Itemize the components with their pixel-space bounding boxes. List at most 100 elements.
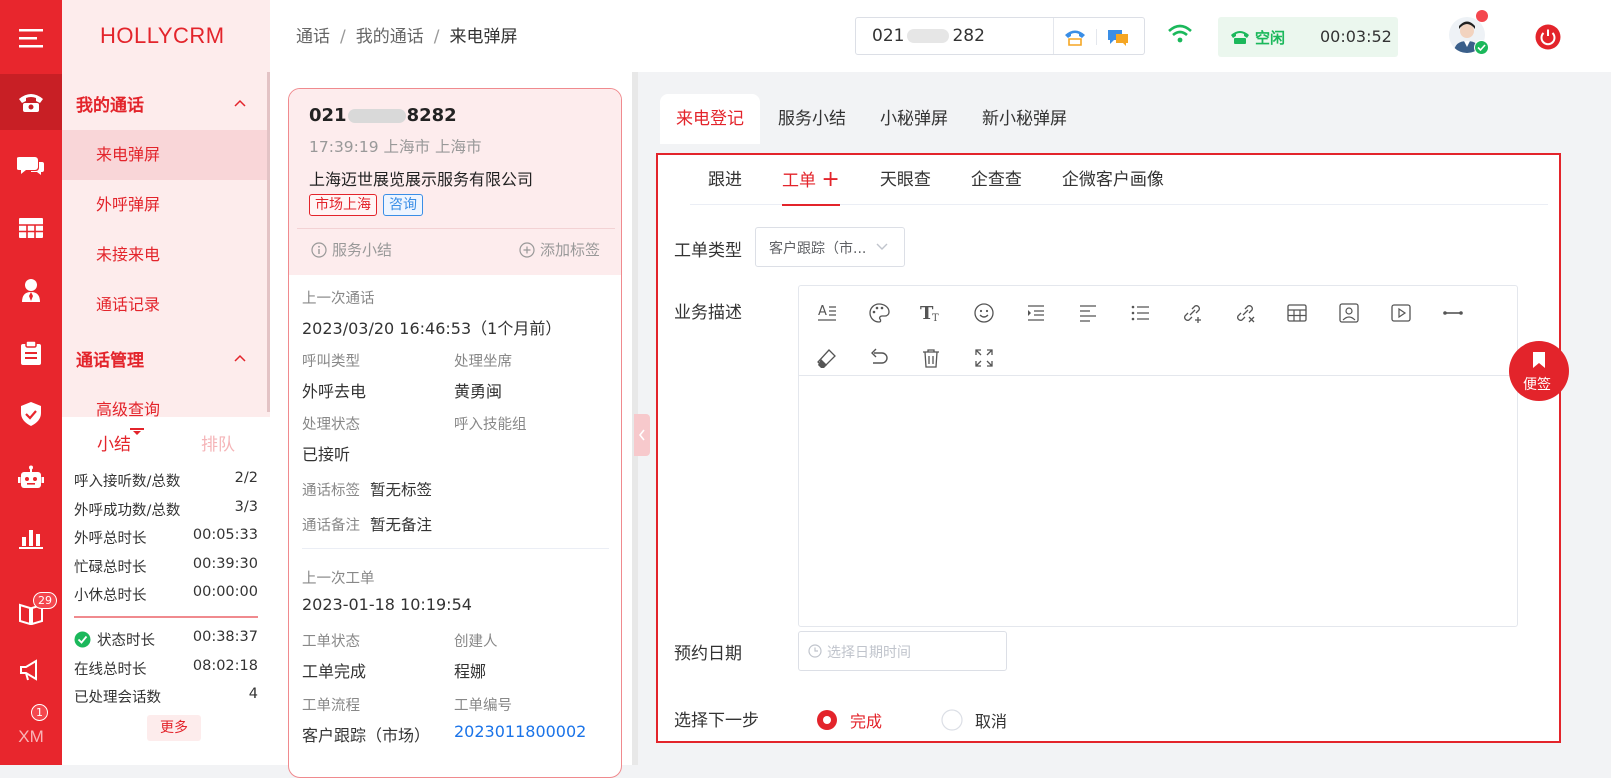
stat-label: 在线总时长 [74,662,147,678]
stat-value: 00:39:30 [192,556,258,572]
breadcrumb-current: 来电弹屏 [449,27,518,47]
grid-icon[interactable] [0,200,62,256]
text-format-icon[interactable]: TT [916,298,946,328]
ticket-status-label: 工单状态 [302,634,360,650]
top-bar: 通话 / 我的通话 / 来电弹屏 021 282 空闲 00:03:52 [270,0,1611,72]
link-icon[interactable] [1177,298,1207,328]
stat-label: 外呼成功数/总数 [74,503,181,519]
rich-text-editor[interactable]: A TT [798,285,1518,627]
radio-cancel[interactable]: 取消 [941,708,1007,732]
chat-icon[interactable] [0,138,62,194]
breadcrumb-item[interactable]: 我的通话 [356,27,424,47]
emoji-icon[interactable] [969,298,999,328]
editor-content[interactable] [799,376,1517,626]
caller-number: 021 8282 [309,105,457,126]
breadcrumb: 通话 / 我的通话 / 来电弹屏 [296,22,517,47]
horizontal-rule-icon[interactable] [1438,298,1468,328]
menu-icon[interactable] [0,10,62,66]
unlink-icon[interactable] [1230,298,1260,328]
menu-item-call-records[interactable]: 通话记录 [62,280,270,330]
add-tag-button[interactable]: 添加标签 [519,239,600,260]
indent-icon[interactable] [1021,298,1051,328]
tab-assistant-popup[interactable]: 小秘弹屏 [864,94,964,144]
last-ticket-label: 上一次工单 [302,571,375,587]
tab-wecom-customer-profile[interactable]: 企微客户画像 [1062,155,1164,205]
agent-label: 处理坐席 [454,354,512,370]
tab-summary[interactable]: 小结 [62,427,166,455]
svg-text:T: T [932,313,939,324]
ticket-number-link[interactable]: 2023011800002 [454,722,586,741]
collapse-handle[interactable] [634,414,650,456]
call-time-location: 17:39:19 上海市 上海市 [309,138,482,156]
radio-checked-icon [817,710,837,730]
menu-item-outgoing-popup[interactable]: 外呼弹屏 [62,180,270,230]
menu-item-incoming-popup[interactable]: 来电弹屏 [62,130,270,180]
trash-icon[interactable] [916,343,946,373]
menu-group-call-management[interactable]: 通话管理 [62,332,270,384]
dial-number: 021 282 [872,26,985,46]
shield-icon[interactable] [0,386,62,442]
list-icon[interactable] [1125,298,1155,328]
ticket-type-select[interactable]: 客户跟踪（市... [755,227,905,267]
chart-icon[interactable] [0,510,62,566]
radio-unchecked-icon [941,709,963,731]
menu-group-my-calls[interactable]: 我的通话 [62,77,270,129]
megaphone-icon[interactable] [0,642,62,698]
tab-tianyancha[interactable]: 天眼查 [880,155,931,205]
power-icon[interactable] [1535,24,1561,50]
align-left-icon[interactable] [1073,298,1103,328]
font-size-icon[interactable]: A [812,298,842,328]
undo-icon[interactable] [864,343,894,373]
stat-label: 外呼总时长 [74,531,147,547]
appointment-date-input[interactable]: 选择日期时间 [798,631,1007,671]
clipboard-icon[interactable] [0,325,62,381]
user-icon[interactable] [0,262,62,318]
status-text: 空闲 [1255,29,1286,47]
stat-row: 外呼成功数/总数 3/3 [74,499,258,520]
tab-ticket[interactable]: 工单 + [782,155,840,206]
sticky-note-button[interactable]: 便签 [1509,341,1569,401]
message-icon[interactable] [1106,28,1130,48]
breadcrumb-item[interactable]: 通话 [296,27,330,47]
tab-queue[interactable]: 排队 [166,430,270,455]
palette-icon[interactable] [864,298,894,328]
dial-input[interactable]: 021 282 [855,17,1145,55]
tab-qichacha[interactable]: 企查查 [971,155,1022,205]
notification-dot [1476,10,1488,22]
video-icon[interactable] [1386,298,1416,328]
eraser-icon[interactable] [812,343,842,373]
menu-item-missed-calls[interactable]: 未接来电 [62,230,270,280]
call-note-value: 暂无备注 [370,516,433,534]
menu-item-advanced-search[interactable]: 高级查询 [62,385,270,417]
robot-icon[interactable] [0,449,62,505]
agent-status[interactable]: 空闲 00:03:52 [1218,17,1398,57]
add-ticket-icon[interactable]: + [821,167,839,192]
call-out-icon[interactable] [1064,28,1086,46]
date-placeholder: 选择日期时间 [827,645,911,661]
ticket-type-label: 工单类型 [674,241,742,261]
call-note-label: 通话备注 [302,518,360,534]
stat-row: 小休总时长 00:00:00 [74,584,258,605]
call-type-value: 外呼去电 [302,382,367,401]
image-icon[interactable] [1334,298,1364,328]
call-tag-value: 暂无标签 [370,481,433,499]
tab-follow-up[interactable]: 跟进 [708,155,742,205]
table-icon[interactable] [1282,298,1312,328]
icon-rail: 29 XM 1 [0,0,62,765]
caret-down-icon [130,427,144,435]
clock-icon [808,644,822,658]
sticky-note-label: 便签 [1523,377,1551,393]
service-summary-link[interactable]: 服务小结 [311,239,392,260]
stats-divider [74,616,258,618]
stat-row: 已处理会话数 4 [74,686,258,707]
dial-number-suffix: 282 [952,26,985,46]
radio-done[interactable]: 完成 [816,708,882,732]
tab-service-summary[interactable]: 服务小结 [762,94,862,144]
tab-incoming-register[interactable]: 来电登记 [660,94,760,144]
fullscreen-icon[interactable] [969,343,999,373]
caller-number-suffix: 8282 [406,105,457,126]
tab-new-assistant-popup[interactable]: 新小秘弹屏 [966,94,1083,144]
more-button[interactable]: 更多 [147,715,201,741]
phone-icon[interactable] [0,74,62,130]
stat-label: 已处理会话数 [74,690,161,706]
